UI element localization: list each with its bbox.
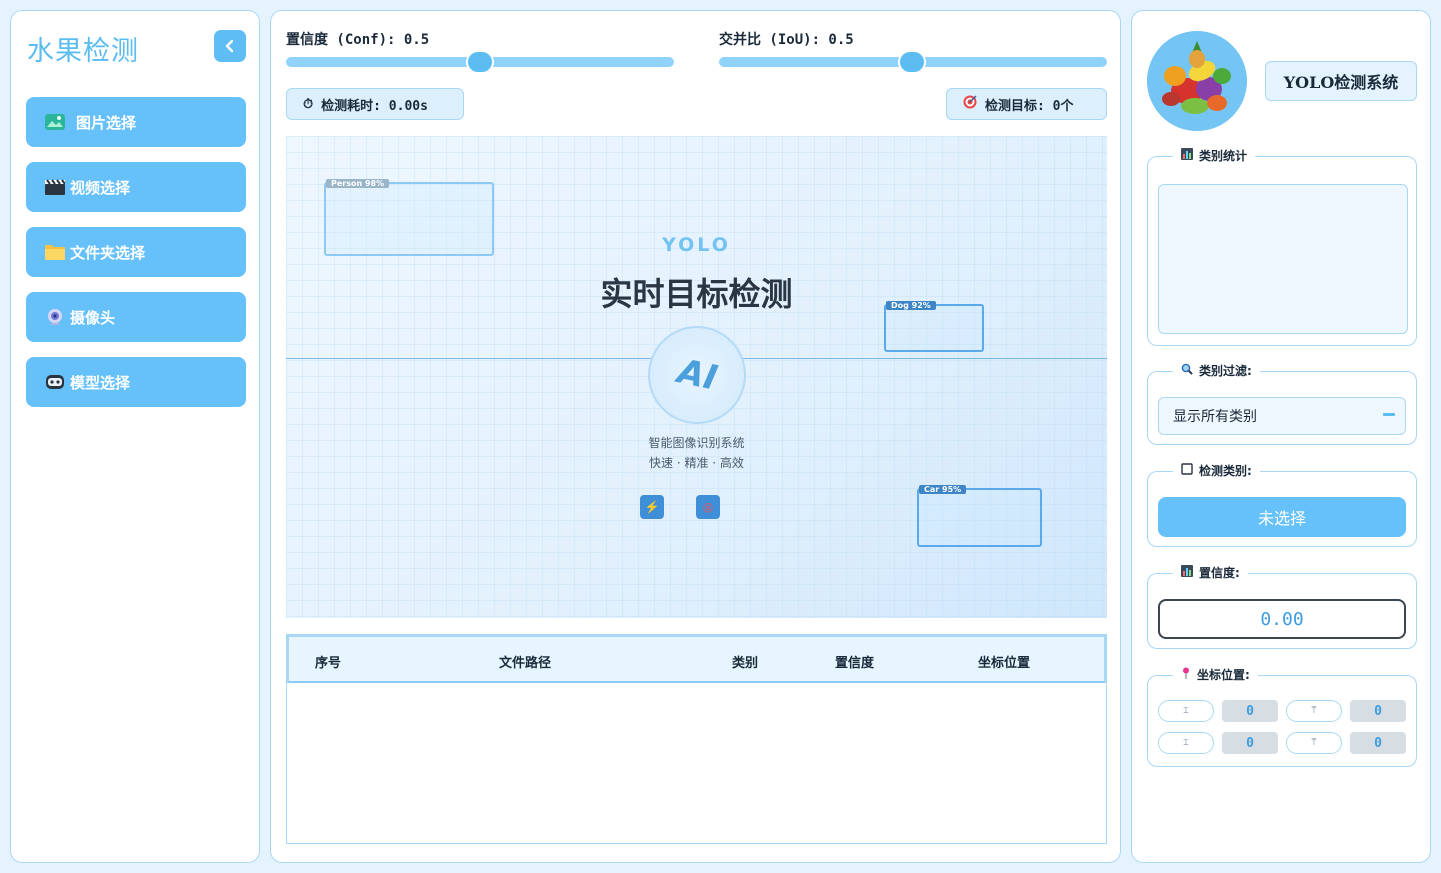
conf-slider-handle[interactable]	[466, 50, 494, 74]
column-header-class[interactable]: 类别	[732, 652, 758, 671]
class-stats-title: 类别统计	[1173, 147, 1256, 164]
confidence-label: 置信度:	[1199, 566, 1240, 580]
image-icon	[44, 113, 66, 131]
robot-icon	[44, 373, 66, 391]
column-header-coordinates[interactable]: 坐标位置	[978, 652, 1030, 671]
class-filter-label: 类别过滤:	[1199, 364, 1252, 378]
xmin-value: 0	[1222, 700, 1278, 722]
detected-class-label: 检测类别:	[1199, 464, 1252, 478]
checkbox-icon	[1181, 463, 1193, 478]
ymin-value: 0	[1350, 700, 1406, 722]
ai-emblem: AI	[648, 326, 746, 424]
results-table-header: 序号 文件路径 类别 置信度 坐标位置	[287, 635, 1106, 683]
bar-chart-icon	[1181, 148, 1193, 163]
ymax-label: ⍑	[1286, 732, 1342, 754]
system-title: YOLO检测系统	[1265, 61, 1417, 101]
preview-title: 实时目标检测	[600, 275, 793, 313]
pin-icon	[1181, 667, 1191, 682]
xmin-label: ⌶	[1158, 700, 1214, 722]
right-panel: YOLO检测系统 类别统计 类别过滤: 显示所有类别 检测类别: 未选择 置信度…	[1131, 10, 1431, 863]
detection-tag-car: Car 95%	[919, 485, 967, 494]
preview-tagline: 快速 · 精准 · 高效	[649, 456, 744, 470]
target-icon	[963, 95, 977, 113]
mini-label-left: ·	[668, 501, 672, 512]
class-stats-group: 类别统计	[1147, 147, 1417, 346]
class-filter-title: 类别过滤:	[1173, 362, 1260, 379]
xmax-value: 0	[1222, 732, 1278, 754]
webcam-icon	[44, 308, 66, 326]
column-header-confidence[interactable]: 置信度	[835, 652, 874, 671]
fruit-logo	[1147, 31, 1247, 131]
column-header-file-path[interactable]: 文件路径	[499, 652, 551, 671]
detection-time-chip: ⏱ 检测耗时: 0.00s	[286, 88, 464, 120]
class-filter-value: 显示所有类别	[1173, 409, 1257, 425]
image-select-button[interactable]: 图片选择	[26, 97, 246, 147]
ai-emblem-text: AI	[673, 351, 721, 399]
magnifier-icon	[1181, 363, 1193, 378]
coordinates-title: 坐标位置:	[1173, 666, 1258, 683]
collapse-sidebar-button[interactable]	[214, 30, 246, 62]
class-filter-select[interactable]: 显示所有类别	[1158, 397, 1406, 435]
confidence-group: 置信度: 0.00	[1147, 564, 1417, 649]
confidence-title: 置信度:	[1173, 564, 1248, 581]
model-select-button[interactable]: 模型选择	[26, 357, 246, 407]
confidence-value-display: 0.00	[1158, 599, 1406, 639]
detection-target-text: 检测目标: 0个	[985, 98, 1074, 114]
model-select-label: 模型选择	[70, 373, 131, 392]
detection-time-text: 检测耗时: 0.00s	[321, 98, 428, 114]
column-header-index[interactable]: 序号	[315, 652, 341, 671]
detection-target-chip: 检测目标: 0个	[946, 88, 1107, 120]
results-table: 序号 文件路径 类别 置信度 坐标位置	[286, 634, 1107, 844]
stopwatch-icon: ⏱	[303, 96, 314, 112]
iou-slider-label: 交并比 (IoU): 0.5	[719, 32, 854, 48]
lightning-icon: ⚡	[640, 495, 664, 519]
detection-tag-person: Person 98%	[326, 179, 390, 188]
webcam-label: 摄像头	[70, 308, 116, 327]
mini-label-right: ·	[724, 501, 728, 512]
image-preview: Person 98% Dog 92% Car 95% YOLO 实时目标检测 A…	[286, 136, 1107, 618]
folder-select-button[interactable]: 文件夹选择	[26, 227, 246, 277]
main-panel: 置信度 (Conf): 0.5 交并比 (IoU): 0.5 ⏱ 检测耗时: 0…	[270, 10, 1121, 863]
chevron-left-icon	[225, 39, 234, 53]
left-sidebar: 水果检测 图片选择 视频选择 文件夹选择 摄像头 模型选择	[10, 10, 260, 863]
detected-class-title: 检测类别:	[1173, 462, 1260, 479]
webcam-button[interactable]: 摄像头	[26, 292, 246, 342]
coordinates-label: 坐标位置:	[1197, 668, 1250, 682]
video-select-button[interactable]: 视频选择	[26, 162, 246, 212]
iou-slider-handle[interactable]	[898, 50, 926, 74]
detected-class-group: 检测类别: 未选择	[1147, 462, 1417, 547]
folder-select-label: 文件夹选择	[70, 243, 146, 262]
xmax-label: ⌶	[1158, 732, 1214, 754]
coordinates-group: 坐标位置: ⌶ 0 ⍑ 0 ⌶ 0 ⍑ 0	[1147, 666, 1417, 767]
class-filter-group: 类别过滤: 显示所有类别	[1147, 362, 1417, 445]
ymax-value: 0	[1350, 732, 1406, 754]
preview-yolo-text: YOLO	[662, 234, 731, 256]
target-small-icon: ◎	[696, 495, 720, 519]
detection-box-car: Car 95%	[917, 485, 1042, 547]
preview-subtitle: 智能图像识别系统	[648, 436, 745, 450]
detected-class-button[interactable]: 未选择	[1158, 497, 1406, 537]
image-select-label: 图片选择	[76, 113, 137, 132]
bar-chart-icon	[1181, 565, 1193, 580]
conf-slider-label: 置信度 (Conf): 0.5	[286, 32, 430, 48]
video-select-label: 视频选择	[70, 178, 131, 197]
clapperboard-icon	[44, 178, 66, 196]
folder-icon	[44, 243, 66, 261]
brand-title: 水果检测	[27, 36, 139, 67]
ymin-label: ⍑	[1286, 700, 1342, 722]
dropdown-indicator-icon	[1383, 413, 1395, 416]
class-stats-label: 类别统计	[1199, 149, 1248, 163]
class-stats-area	[1158, 184, 1408, 334]
